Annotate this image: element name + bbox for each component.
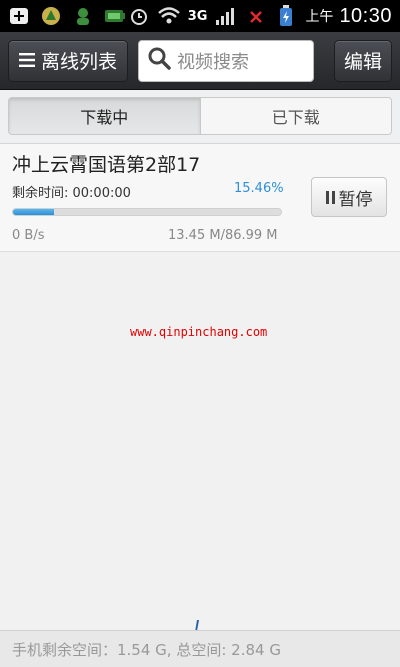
video-search-input[interactable]: 视频搜索	[138, 39, 314, 82]
offline-list-label: 离线列表	[40, 51, 117, 73]
download-item[interactable]: 冲上云霄国语第2部17 剩余时间: 00:00:00 15.46% 0 B/s …	[0, 144, 400, 252]
network-type: 3G	[187, 8, 208, 24]
toolbar: 离线列表 视频搜索 编辑	[0, 32, 400, 90]
pause-button[interactable]: 暂停	[311, 177, 387, 217]
tab-bar: 下载中 已下载	[0, 90, 400, 144]
search-icon	[147, 46, 171, 75]
download-speed: 0 B/s	[12, 228, 45, 243]
clock-time: 10:30	[339, 4, 392, 27]
edit-button[interactable]: 编辑	[334, 39, 392, 82]
signal-icon	[215, 6, 237, 26]
download-title: 冲上云霄国语第2部17	[12, 154, 201, 176]
download-percent: 15.46%	[234, 181, 284, 196]
offline-list-button[interactable]: 离线列表	[8, 39, 128, 82]
time-ampm: 上午	[305, 9, 334, 25]
app-icon	[40, 6, 62, 26]
search-placeholder: 视频搜索	[177, 51, 249, 73]
battery-icon	[275, 5, 297, 26]
add-box-icon	[8, 6, 30, 26]
storage-info: 手机剩余空间：1.54 G, 总空间: 2.84 G	[0, 630, 400, 667]
remaining-time: 剩余时间: 00:00:00	[12, 186, 131, 201]
battery-small-icon	[104, 6, 126, 26]
download-size: 13.45 M/86.99 M	[168, 228, 278, 243]
download-progress-fill	[13, 209, 55, 215]
wifi-icon	[157, 6, 180, 26]
watermark: www.qinpinchang.com	[130, 325, 268, 339]
download-progress-bar	[12, 208, 282, 216]
status-bar: 3G 上午 10:30	[0, 0, 400, 32]
no-signal-icon	[245, 6, 267, 26]
user-icon	[72, 6, 94, 26]
tab-downloaded[interactable]: 已下载	[200, 98, 391, 134]
menu-icon	[18, 50, 35, 72]
pause-label: 暂停	[338, 189, 373, 210]
tab-downloading[interactable]: 下载中	[9, 98, 201, 134]
scroll-indicator-icon	[195, 617, 211, 632]
alarm-icon	[128, 6, 150, 26]
pause-icon	[325, 190, 335, 204]
